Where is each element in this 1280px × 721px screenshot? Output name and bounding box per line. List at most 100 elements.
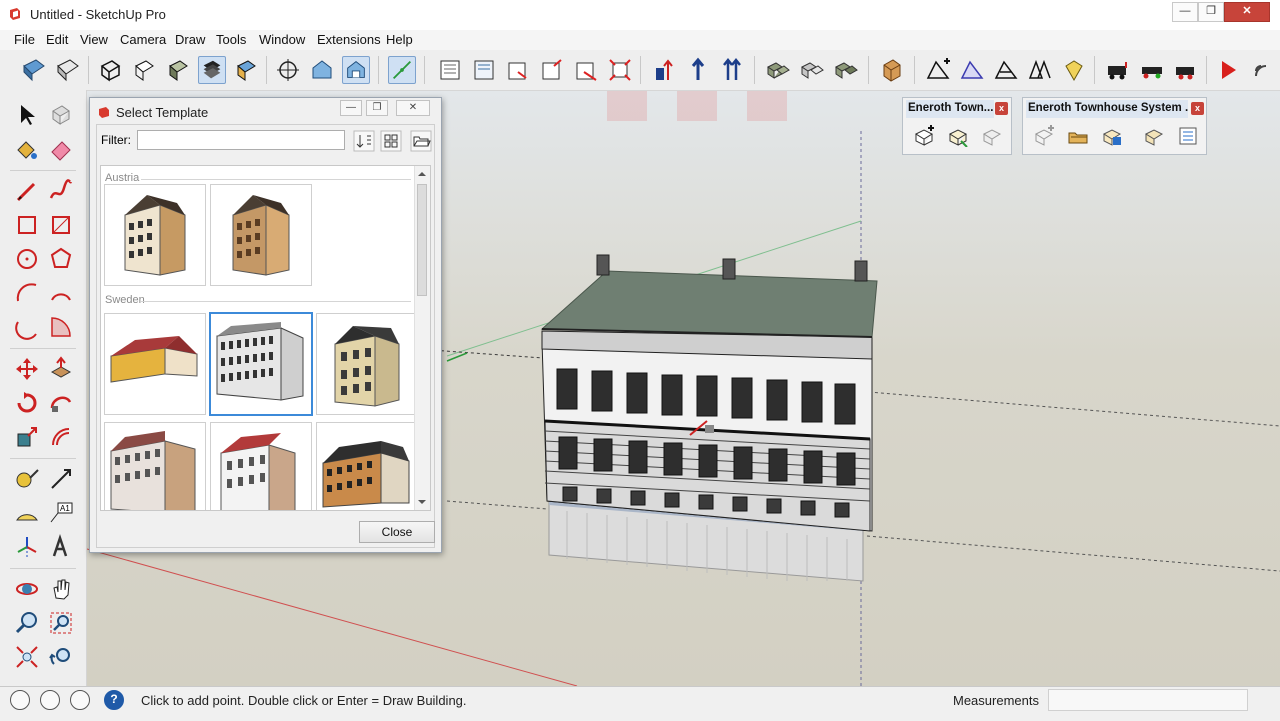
arc-icon[interactable] xyxy=(14,280,40,306)
open-folder-icon[interactable] xyxy=(410,130,432,152)
polygon-icon[interactable] xyxy=(48,246,74,272)
help-question-icon[interactable]: ? xyxy=(104,690,124,710)
raise-icon[interactable] xyxy=(684,56,712,84)
geolocation-icon[interactable] xyxy=(10,690,30,710)
panel-close-icon[interactable]: x xyxy=(1191,102,1204,115)
building-add-icon[interactable] xyxy=(924,56,952,84)
rotate-view-icon[interactable] xyxy=(504,56,532,84)
new-template-icon[interactable] xyxy=(1033,125,1055,147)
dialog-minimize-button[interactable]: — xyxy=(340,100,362,116)
minimize-button[interactable]: — xyxy=(1172,2,1198,22)
iso-house-icon[interactable] xyxy=(308,56,336,84)
3d-text-icon[interactable] xyxy=(48,534,74,560)
dimension-icon[interactable] xyxy=(48,466,74,492)
menu-view[interactable]: View xyxy=(80,32,108,47)
template-info-icon[interactable] xyxy=(1143,125,1165,147)
measurements-input[interactable] xyxy=(1048,689,1248,711)
menu-draw[interactable]: Draw xyxy=(175,32,205,47)
rotate-icon[interactable] xyxy=(14,390,40,416)
open-template-icon[interactable] xyxy=(1067,125,1089,147)
flip-view-icon[interactable] xyxy=(538,56,566,84)
textured-view-icon[interactable] xyxy=(232,56,260,84)
axes-icon[interactable] xyxy=(388,56,416,84)
template-thumbnail[interactable] xyxy=(316,422,418,510)
protractor-icon[interactable] xyxy=(14,500,40,526)
building-frame-icon[interactable] xyxy=(992,56,1020,84)
orbit-icon[interactable] xyxy=(14,576,40,602)
style-active-icon[interactable] xyxy=(198,56,226,84)
building-paint-icon[interactable] xyxy=(1060,56,1088,84)
panel-close-icon[interactable]: x xyxy=(995,102,1008,115)
train-track-icon[interactable] xyxy=(1138,56,1166,84)
push-pull-icon[interactable] xyxy=(48,356,74,382)
template-thumbnail[interactable] xyxy=(104,313,206,415)
scroll-down-icon[interactable] xyxy=(415,496,429,508)
group-icon[interactable] xyxy=(764,56,792,84)
pan-hand-icon[interactable] xyxy=(48,576,74,602)
axes-tool-icon[interactable] xyxy=(14,534,40,560)
train-icon[interactable] xyxy=(1104,56,1132,84)
plan-view-icon[interactable] xyxy=(436,56,464,84)
follow-me-icon[interactable] xyxy=(48,390,74,416)
pencil-line-icon[interactable] xyxy=(14,178,40,204)
zoom-icon[interactable] xyxy=(14,610,40,636)
user-account-icon[interactable] xyxy=(70,690,90,710)
zoom-window-icon[interactable] xyxy=(48,610,74,636)
template-thumbnail[interactable] xyxy=(210,184,312,286)
menu-help[interactable]: Help xyxy=(386,32,413,47)
wireframe-view-icon[interactable] xyxy=(130,56,158,84)
scrollbar-thumb[interactable] xyxy=(417,184,427,296)
close-button[interactable]: ✕ xyxy=(1224,2,1270,22)
xray-view-icon[interactable] xyxy=(96,56,124,84)
menu-window[interactable]: Window xyxy=(259,32,305,47)
two-point-arc-icon[interactable] xyxy=(48,280,74,306)
circle-icon[interactable] xyxy=(14,246,40,272)
menu-tools[interactable]: Tools xyxy=(216,32,246,47)
wireless-icon[interactable] xyxy=(1250,56,1274,84)
paint-bucket-icon[interactable] xyxy=(14,136,40,162)
template-thumbnail[interactable] xyxy=(316,313,418,415)
maximize-button[interactable]: ❐ xyxy=(1198,2,1224,22)
add-building-icon[interactable] xyxy=(913,125,935,147)
scale-icon[interactable] xyxy=(14,424,40,450)
spread-view-icon[interactable] xyxy=(606,56,634,84)
select-arrow-icon[interactable] xyxy=(14,102,40,128)
rotated-rectangle-icon[interactable] xyxy=(48,212,74,238)
template-thumbnail[interactable] xyxy=(104,184,206,286)
train-run-icon[interactable] xyxy=(1172,56,1200,84)
top-view-house-icon[interactable] xyxy=(342,56,370,84)
double-arrow-icon[interactable] xyxy=(718,56,746,84)
template-thumbnail-selected[interactable] xyxy=(209,312,313,416)
offset-icon[interactable] xyxy=(48,424,74,450)
dialog-close-x-button[interactable]: ✕ xyxy=(396,100,430,116)
sort-icon[interactable] xyxy=(353,130,375,152)
make-component-icon[interactable] xyxy=(832,56,860,84)
save-template-icon[interactable] xyxy=(1101,125,1123,147)
play-icon[interactable] xyxy=(1214,56,1242,84)
menu-camera[interactable]: Camera xyxy=(120,32,166,47)
text-label-icon[interactable]: A1 xyxy=(48,500,74,526)
component-icon[interactable] xyxy=(798,56,826,84)
tape-measure-icon[interactable] xyxy=(14,466,40,492)
template-list-scrollbar[interactable] xyxy=(414,166,430,510)
make-component-tool-icon[interactable] xyxy=(48,102,74,128)
menu-file[interactable]: File xyxy=(14,32,35,47)
filter-input[interactable] xyxy=(137,130,345,150)
template-list[interactable]: Austria Sweden xyxy=(100,165,431,511)
three-point-arc-icon[interactable] xyxy=(14,314,40,340)
freehand-icon[interactable] xyxy=(48,178,74,204)
elevation-view-icon[interactable] xyxy=(470,56,498,84)
select-building-icon[interactable] xyxy=(947,125,969,147)
rectangle-icon[interactable] xyxy=(14,212,40,238)
position-camera-icon[interactable] xyxy=(274,56,302,84)
eraser-icon[interactable] xyxy=(48,136,74,162)
building-edit-icon[interactable] xyxy=(958,56,986,84)
push-up-icon[interactable] xyxy=(650,56,678,84)
credits-icon[interactable] xyxy=(40,690,60,710)
zoom-extents-icon[interactable] xyxy=(14,644,40,670)
move-icon[interactable] xyxy=(14,356,40,382)
scroll-up-icon[interactable] xyxy=(415,168,429,180)
template-thumbnail[interactable] xyxy=(104,422,206,510)
dialog-maximize-button[interactable]: ❐ xyxy=(366,100,388,116)
template-list-icon[interactable] xyxy=(1177,125,1199,147)
